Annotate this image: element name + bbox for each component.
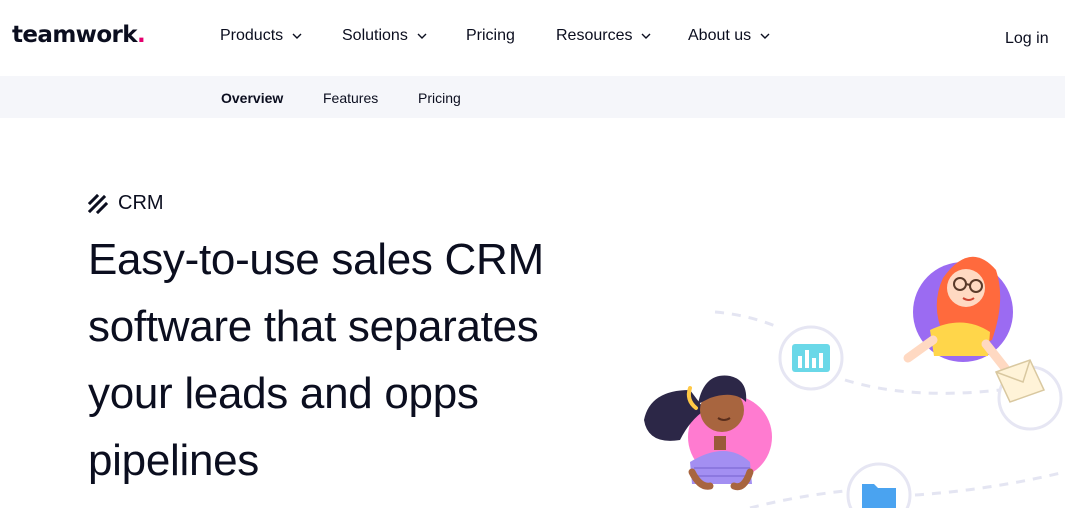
top-navigation: teamwork. Products Solutions Pricing Res… <box>0 0 1065 76</box>
folder-bubble <box>846 462 912 508</box>
person-illustration-right <box>903 256 1046 403</box>
subnav-features[interactable]: Features <box>323 90 378 106</box>
teamwork-logo[interactable]: teamwork. <box>12 22 146 48</box>
nav-solutions[interactable]: Solutions <box>342 26 428 46</box>
hero-headline: Easy-to-use sales CRM software that sepa… <box>88 235 544 485</box>
nav-products[interactable]: Products <box>220 26 303 46</box>
logo-dot: . <box>136 22 146 48</box>
nav-pricing[interactable]: Pricing <box>466 26 515 46</box>
nav-label: Products <box>220 27 284 44</box>
product-tag-label: CRM <box>118 192 164 214</box>
subnav-overview[interactable]: Overview <box>221 90 283 106</box>
login-link[interactable]: Log in <box>1005 30 1049 48</box>
crm-stripes-icon <box>88 193 108 214</box>
nav-about-us[interactable]: About us <box>688 26 771 46</box>
nav-label: About us <box>688 27 752 44</box>
chevron-down-icon <box>760 33 770 39</box>
sub-navigation: Overview Features Pricing <box>0 76 1065 118</box>
subnav-pricing[interactable]: Pricing <box>418 90 461 106</box>
chart-bubble <box>778 325 844 391</box>
chevron-down-icon <box>417 33 427 39</box>
nav-label: Solutions <box>342 27 408 44</box>
logo-text: teamwork <box>12 22 138 48</box>
nav-resources[interactable]: Resources <box>556 26 652 46</box>
nav-label: Resources <box>556 27 633 44</box>
chevron-down-icon <box>641 33 651 39</box>
bar-chart-icon <box>792 344 830 372</box>
product-tag: CRM <box>88 192 164 215</box>
hero-illustration <box>644 256 1065 508</box>
chevron-down-icon <box>292 33 302 39</box>
person-illustration-left <box>644 375 772 491</box>
nav-label: Pricing <box>466 27 515 44</box>
